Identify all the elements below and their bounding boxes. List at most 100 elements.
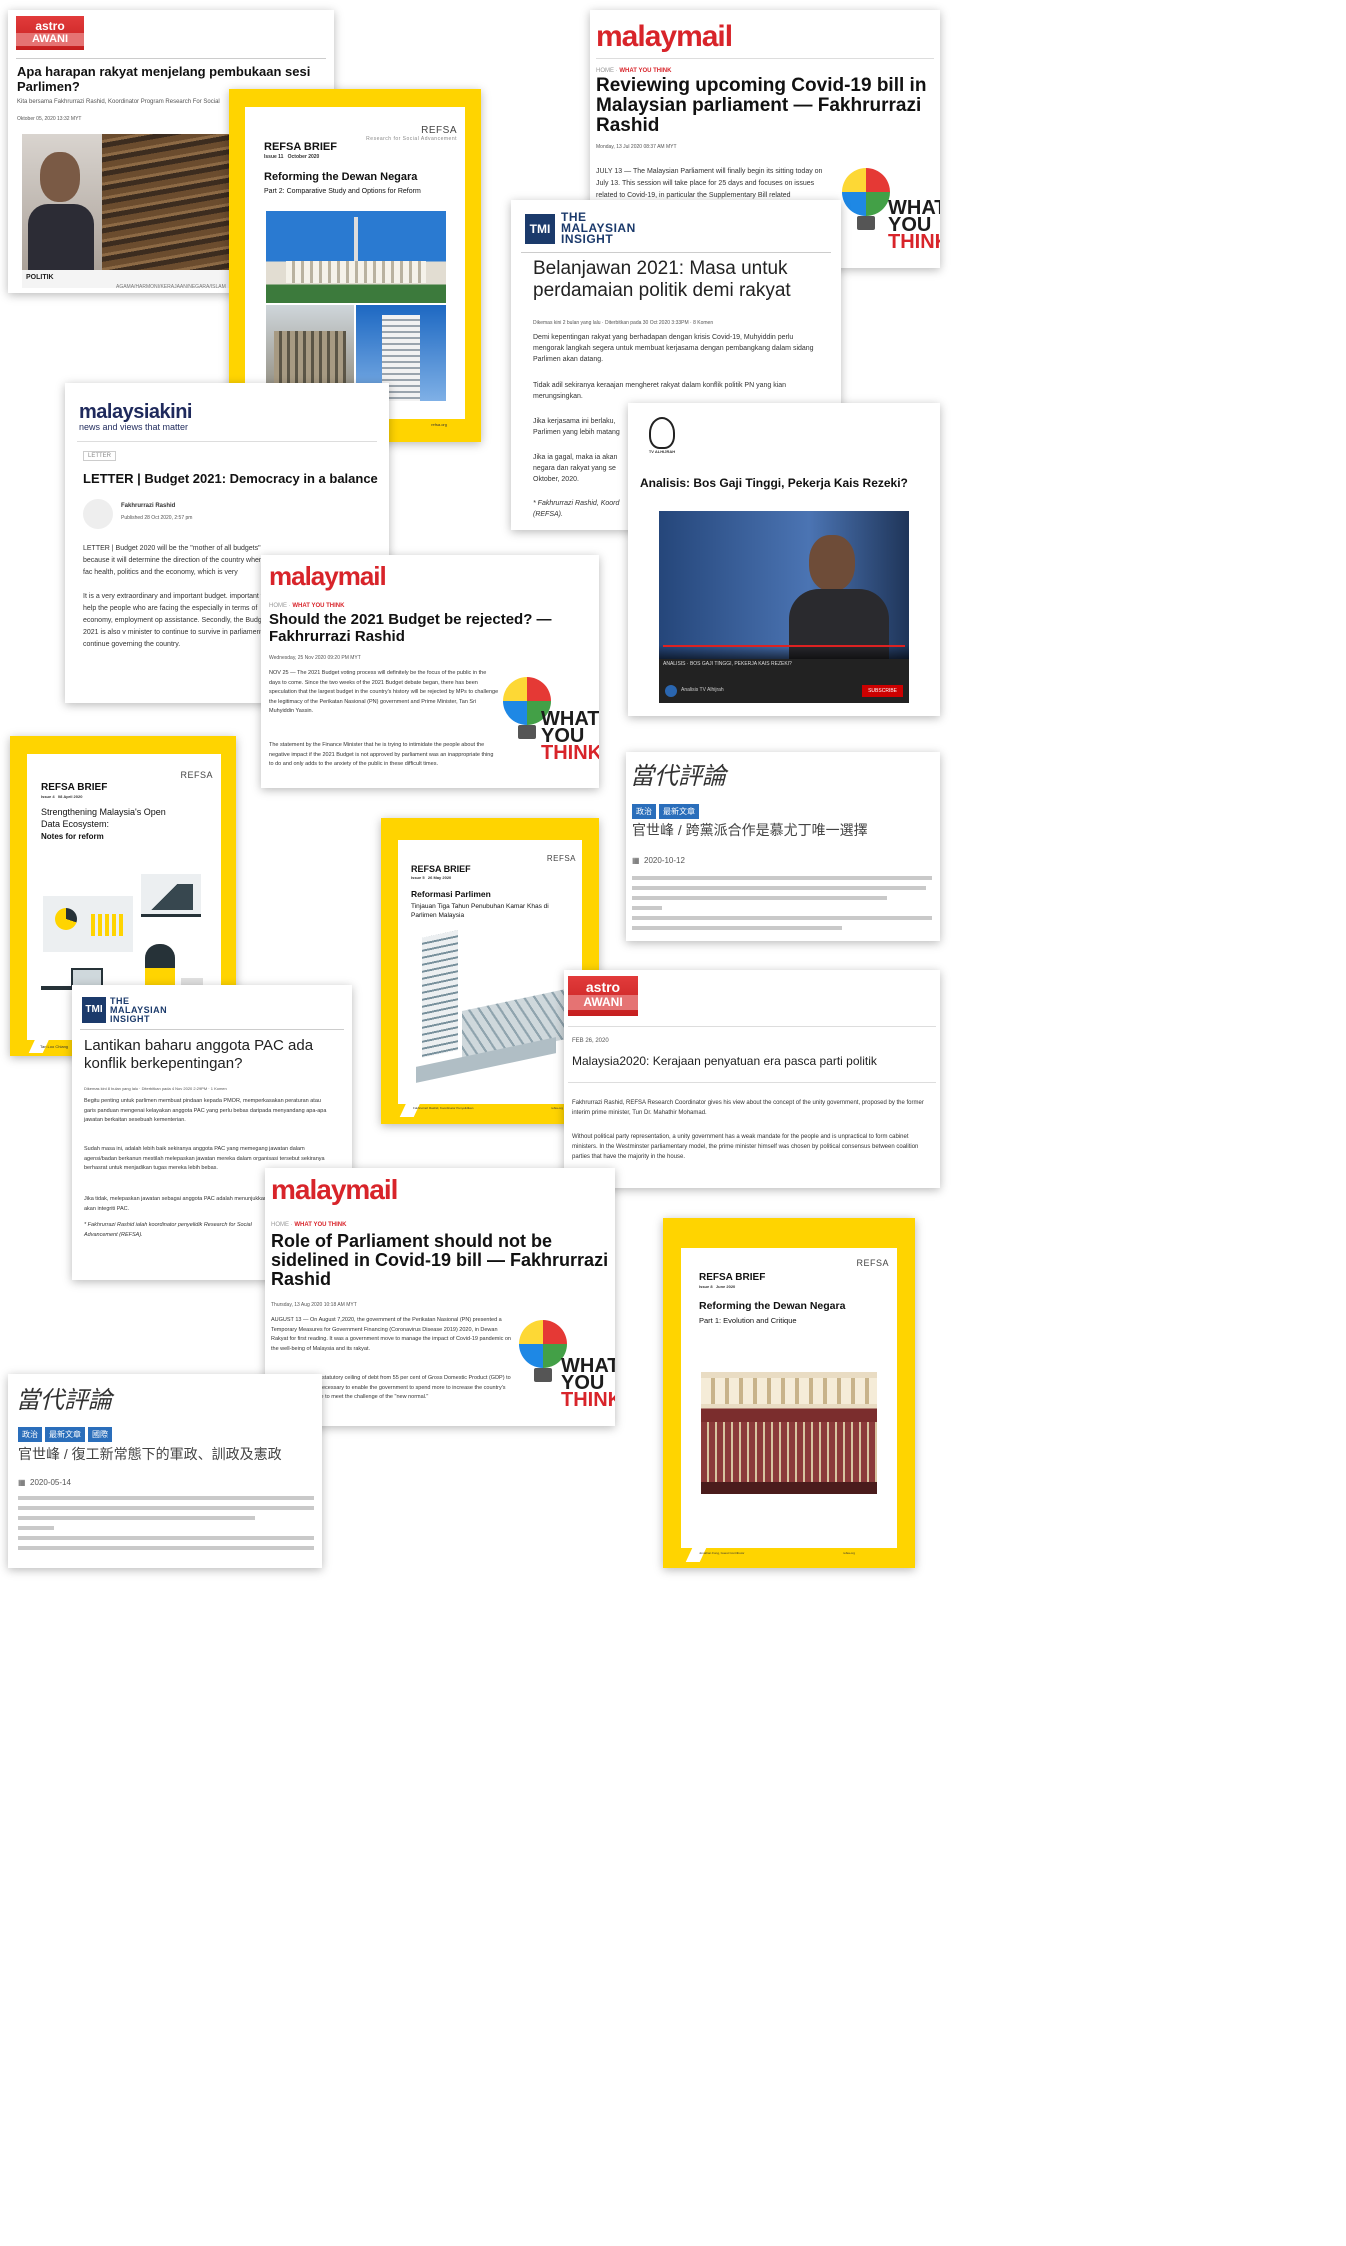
issue-line: Issue 11 October 2020 <box>264 154 320 160</box>
headline: Malaysia2020: Kerajaan penyatuan era pas… <box>572 1054 877 1068</box>
published-date: Published 28 Oct 2020, 2:57 pm <box>121 515 193 521</box>
crumb-section[interactable]: WHAT YOU THINK <box>294 1222 346 1228</box>
site-logo: 當代評論 <box>630 762 726 790</box>
headline: Should the 2021 Budget be rejected? — Fa… <box>269 611 552 645</box>
speaker-head <box>40 152 80 202</box>
author-name[interactable]: Fakhrurrazi Rashid <box>121 503 175 509</box>
malaymail-logo: malaymail <box>271 1174 398 1205</box>
malaymail-logo: malaymail <box>269 561 387 591</box>
divider <box>16 58 326 59</box>
crumb-home[interactable]: HOME <box>271 1222 289 1228</box>
brief-subtitle: Notes for reform <box>41 832 104 841</box>
paragraph-1: AUGUST 13 — On August 7,2020, the govern… <box>271 1317 511 1352</box>
calendar-icon: ▦ <box>632 856 640 865</box>
refsa-logo: REFSA Research for Social Advancement <box>366 125 457 142</box>
headline: 官世峰 / 復工新常態下的軍政、訓政及憲政 <box>18 1446 282 1462</box>
brief-subtitle: Part 2: Comparative Study and Options fo… <box>264 188 421 195</box>
refsa-brief-label: REFSA BRIEF <box>699 1272 766 1283</box>
crumb-home[interactable]: HOME <box>269 603 287 609</box>
dewan-negara-chamber-photo <box>701 1372 877 1494</box>
building-facade <box>274 331 346 391</box>
headline: Role of Parliament should not be sidelin… <box>271 1231 609 1289</box>
refsa-page: REFSA Research for Social Advancement RE… <box>245 107 465 419</box>
category-tags: 政治 最新文章 國際 <box>18 1424 115 1442</box>
subscribe-button[interactable]: SUBSCRIBE <box>862 685 903 697</box>
paragraph-1: LETTER | Budget 2020 will be the "mother… <box>83 545 263 576</box>
astro-awani-logo: astro AWANI <box>568 976 638 1016</box>
brief-title: Reformasi Parlimen <box>411 889 491 899</box>
chamber-seats <box>701 1422 877 1482</box>
lightbulb-base <box>857 216 875 230</box>
site-logo: 當代評論 <box>16 1386 112 1414</box>
article-body: JULY 13 — The Malaysian Parliament will … <box>596 168 823 199</box>
chinese-commentary-clip-1: 當代評論 政治 最新文章 官世峰 / 跨黨派合作是慕尤丁唯一選擇 ▦ 2020-1… <box>626 752 940 941</box>
paragraph-2: Tidak adil sekiranya keraajan mengheret … <box>533 382 787 400</box>
malaymail-clip-2: malaymail HOME · WHAT YOU THINK Should t… <box>261 555 599 788</box>
divider <box>596 58 934 59</box>
category-tags: 政治 最新文章 <box>632 801 702 819</box>
letter-tag[interactable]: LETTER <box>83 451 117 461</box>
headline: Reviewing upcoming Covid-19 bill in Mala… <box>596 75 927 136</box>
breadcrumb: HOME · WHAT YOU THINK <box>596 68 672 74</box>
tv-alhijrah-clip: TV ALHIJRAH Analisis: Bos Gaji Tinggi, P… <box>628 403 940 716</box>
date-row: ▦ 2020-10-12 <box>632 856 685 865</box>
headline: Lantikan baharu anggota PAC ada konflik … <box>84 1037 314 1072</box>
crumb-section[interactable]: WHAT YOU THINK <box>619 68 671 74</box>
brief-title: Strengthening Malaysia's Open Data Ecosy… <box>41 807 166 829</box>
refsa-brief-issue-8: REFSA REFSA BRIEF Issue 8 June 2020 Refo… <box>663 1218 915 1568</box>
crumb-section[interactable]: WHAT YOU THINK <box>292 603 344 609</box>
footer-right: refsa.org <box>431 422 447 427</box>
progress-bar[interactable] <box>663 645 905 647</box>
channel-avatar[interactable] <box>665 685 677 697</box>
video-controls[interactable] <box>659 645 909 659</box>
tag-latest[interactable]: 最新文章 <box>659 804 699 819</box>
channel-name[interactable]: Analisis TV Alhijrah <box>681 687 724 693</box>
lightbulb-base <box>518 725 536 739</box>
date: FEB 26, 2020 <box>572 1038 609 1044</box>
date: 2020-10-12 <box>644 856 685 865</box>
brief-title: Reforming the Dewan Negara <box>264 171 418 183</box>
tag-politics[interactable]: 政治 <box>632 804 656 819</box>
paragraph-1: Fakhrurrazi Rashid, REFSA Research Coord… <box>572 1100 924 1116</box>
parliament-seats <box>102 134 240 288</box>
paragraph-1: NOV 25 — The 2021 Budget voting process … <box>269 670 499 714</box>
malaymail-logo: malaymail <box>596 20 733 53</box>
date: Wednesday, 25 Nov 2020 09:20 PM MYT <box>269 655 361 661</box>
lightbulb-base <box>534 1368 552 1382</box>
video-caption: ANALISIS · BOS GAJI TINGGI, PEKERJA KAIS… <box>663 661 792 667</box>
breadcrumb: HOME · WHAT YOU THINK <box>271 1222 347 1228</box>
headline: Belanjawan 2021: Masa untuk perdamaian p… <box>533 258 791 301</box>
area-chart-icon <box>149 884 193 910</box>
tag-politics[interactable]: 政治 <box>18 1427 42 1442</box>
parliament-tower <box>422 930 458 1058</box>
video-thumbnail[interactable]: POLITIK <box>22 134 240 288</box>
what-you-think-graphic: WHAT YOU THINK <box>517 1316 615 1416</box>
astro-awani-clip-2: astro AWANI FEB 26, 2020 Malaysia2020: K… <box>564 970 940 1188</box>
tmi-logo-mark: TMI <box>525 214 555 244</box>
malaysiakini-logo: malaysiakini news and views that matter <box>79 401 192 432</box>
video-frame <box>659 511 909 659</box>
tmi-logo-text: THE MALAYSIAN INSIGHT <box>561 210 636 246</box>
brief-subtitle: Part 1: Evolution and Critique <box>699 1316 797 1325</box>
chinese-commentary-clip-2: 當代評論 政治 最新文章 國際 官世峰 / 復工新常態下的軍政、訓政及憲政 ▦ 20… <box>8 1374 322 1568</box>
colonnade <box>286 261 426 283</box>
bar-chart-icon <box>91 914 125 936</box>
video-player[interactable]: ANALISIS · BOS GAJI TINGGI, PEKERJA KAIS… <box>659 511 909 703</box>
pie-chart-icon <box>55 908 77 930</box>
what-you-think-text: WHAT YOU THINK <box>561 1355 615 1411</box>
refsa-brief-label: REFSA BRIEF <box>411 864 471 874</box>
meta: Dikemas kini 8 bulan yang lalu · Diterbi… <box>84 1086 227 1091</box>
tag-international[interactable]: 國際 <box>88 1427 112 1442</box>
issue-line: Issue 5 26 May 2020 <box>411 875 452 880</box>
paragraph-4: Jika ia gagal, maka ia akan negara dan r… <box>533 454 618 483</box>
refsa-logo: REFSA <box>546 854 576 863</box>
crumb-home[interactable]: HOME <box>596 68 614 74</box>
tag-latest[interactable]: 最新文章 <box>45 1427 85 1442</box>
what-you-think-text: WHAT YOU THINK <box>541 708 599 764</box>
divider <box>521 252 831 253</box>
divider <box>80 1029 344 1030</box>
meta: Dikemas kini 2 bulan yang lalu · Diterbi… <box>533 320 714 326</box>
refsa-logo: REFSA <box>856 1258 889 1268</box>
refsa-page: REFSA REFSA BRIEF Issue 8 June 2020 Refo… <box>681 1248 897 1548</box>
issue-line: Issue 8 June 2020 <box>699 1284 736 1289</box>
